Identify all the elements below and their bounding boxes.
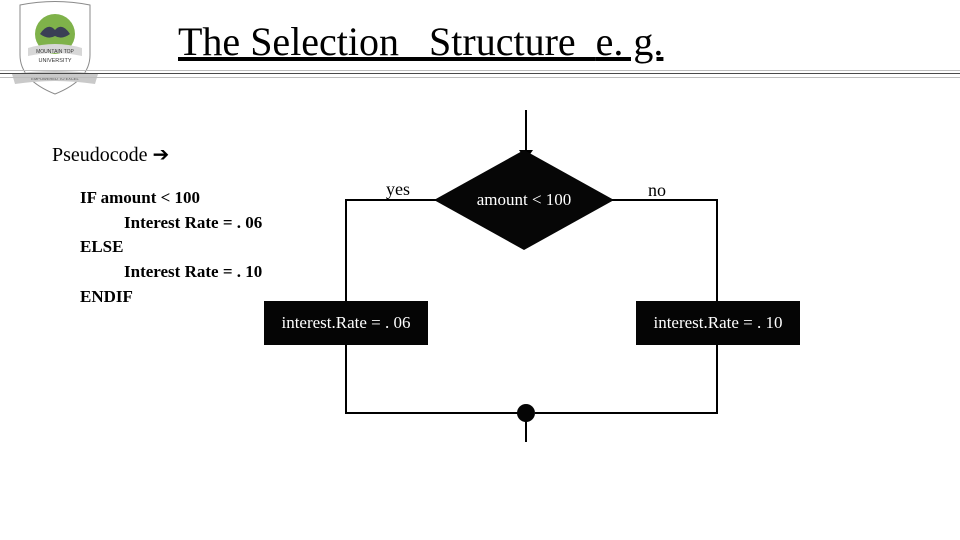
edge-no-v <box>716 199 718 301</box>
arrow-right-icon: ➔ <box>153 144 170 166</box>
title-rule-inner <box>0 73 960 74</box>
university-logo: MOUNTAIN TOP UNIVERSITY EMPOWERED TO EXC… <box>10 0 100 95</box>
process-no-text: interest.Rate = . 10 <box>653 313 782 333</box>
edge-join-right <box>535 412 718 414</box>
join-node <box>517 404 535 422</box>
title-rule <box>0 70 960 78</box>
code-line-4: Interest Rate = . 10 <box>80 260 262 285</box>
edge-no-h <box>612 199 718 201</box>
slide: MOUNTAIN TOP UNIVERSITY EMPOWERED TO EXC… <box>0 0 960 540</box>
edge-label-yes: yes <box>386 179 410 200</box>
edge-yes-down <box>345 345 347 412</box>
edge-yes-v <box>345 199 347 301</box>
slide-title: The Selection Structure e. g. <box>178 18 663 65</box>
code-line-5: ENDIF <box>80 287 133 306</box>
process-yes: interest.Rate = . 06 <box>264 301 428 345</box>
decision-text: amount < 100 <box>434 150 614 250</box>
edge-label-no: no <box>648 180 666 201</box>
edge-entry <box>525 110 527 155</box>
code-line-1: IF amount < 100 <box>80 188 200 207</box>
logo-top-text: MOUNTAIN TOP <box>36 49 74 55</box>
logo-bottom-text: UNIVERSITY <box>38 58 71 64</box>
title-underlined: The Selection Structure <box>178 19 596 64</box>
code-line-2: Interest Rate = . 06 <box>80 211 262 236</box>
pseudocode-block: IF amount < 100 Interest Rate = . 06 ELS… <box>80 186 262 309</box>
decision-node: amount < 100 <box>434 150 614 250</box>
process-yes-text: interest.Rate = . 06 <box>281 313 410 333</box>
process-no: interest.Rate = . 10 <box>636 301 800 345</box>
pseudocode-heading: Pseudocode ➔ <box>52 142 169 167</box>
edge-no-down <box>716 345 718 412</box>
title-plain: e. g. <box>596 19 664 64</box>
edge-yes-h <box>345 199 437 201</box>
pseudocode-label: Pseudocode <box>52 144 153 166</box>
edge-join-left <box>345 412 526 414</box>
code-line-3: ELSE <box>80 237 123 256</box>
